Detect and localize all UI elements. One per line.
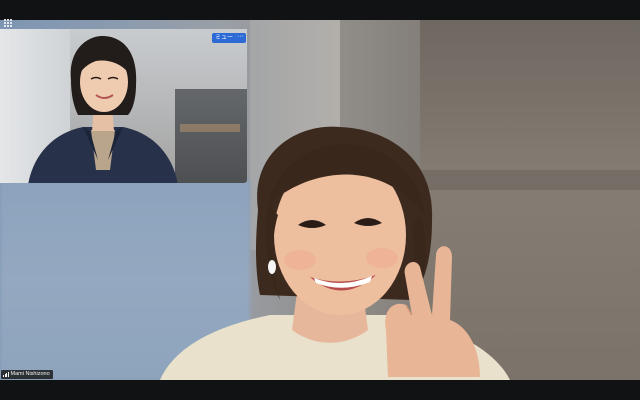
signal-bars-icon [3, 372, 9, 377]
thumbnail-background-shelf-edge [180, 124, 240, 132]
thumbnail-background-shelf [175, 89, 247, 183]
participant-name: Mami Nishizono [10, 371, 50, 377]
more-options-button[interactable]: ··· [235, 33, 246, 43]
participant-name-tag: Mami Nishizono [1, 370, 53, 379]
self-view-video[interactable] [0, 29, 247, 183]
grid-icon[interactable] [4, 19, 14, 29]
top-bar [0, 0, 640, 20]
self-view-participant-image [28, 35, 178, 183]
video-call-window: ミュート ··· Mami Nishizono [0, 0, 640, 400]
bottom-bar [0, 380, 640, 400]
